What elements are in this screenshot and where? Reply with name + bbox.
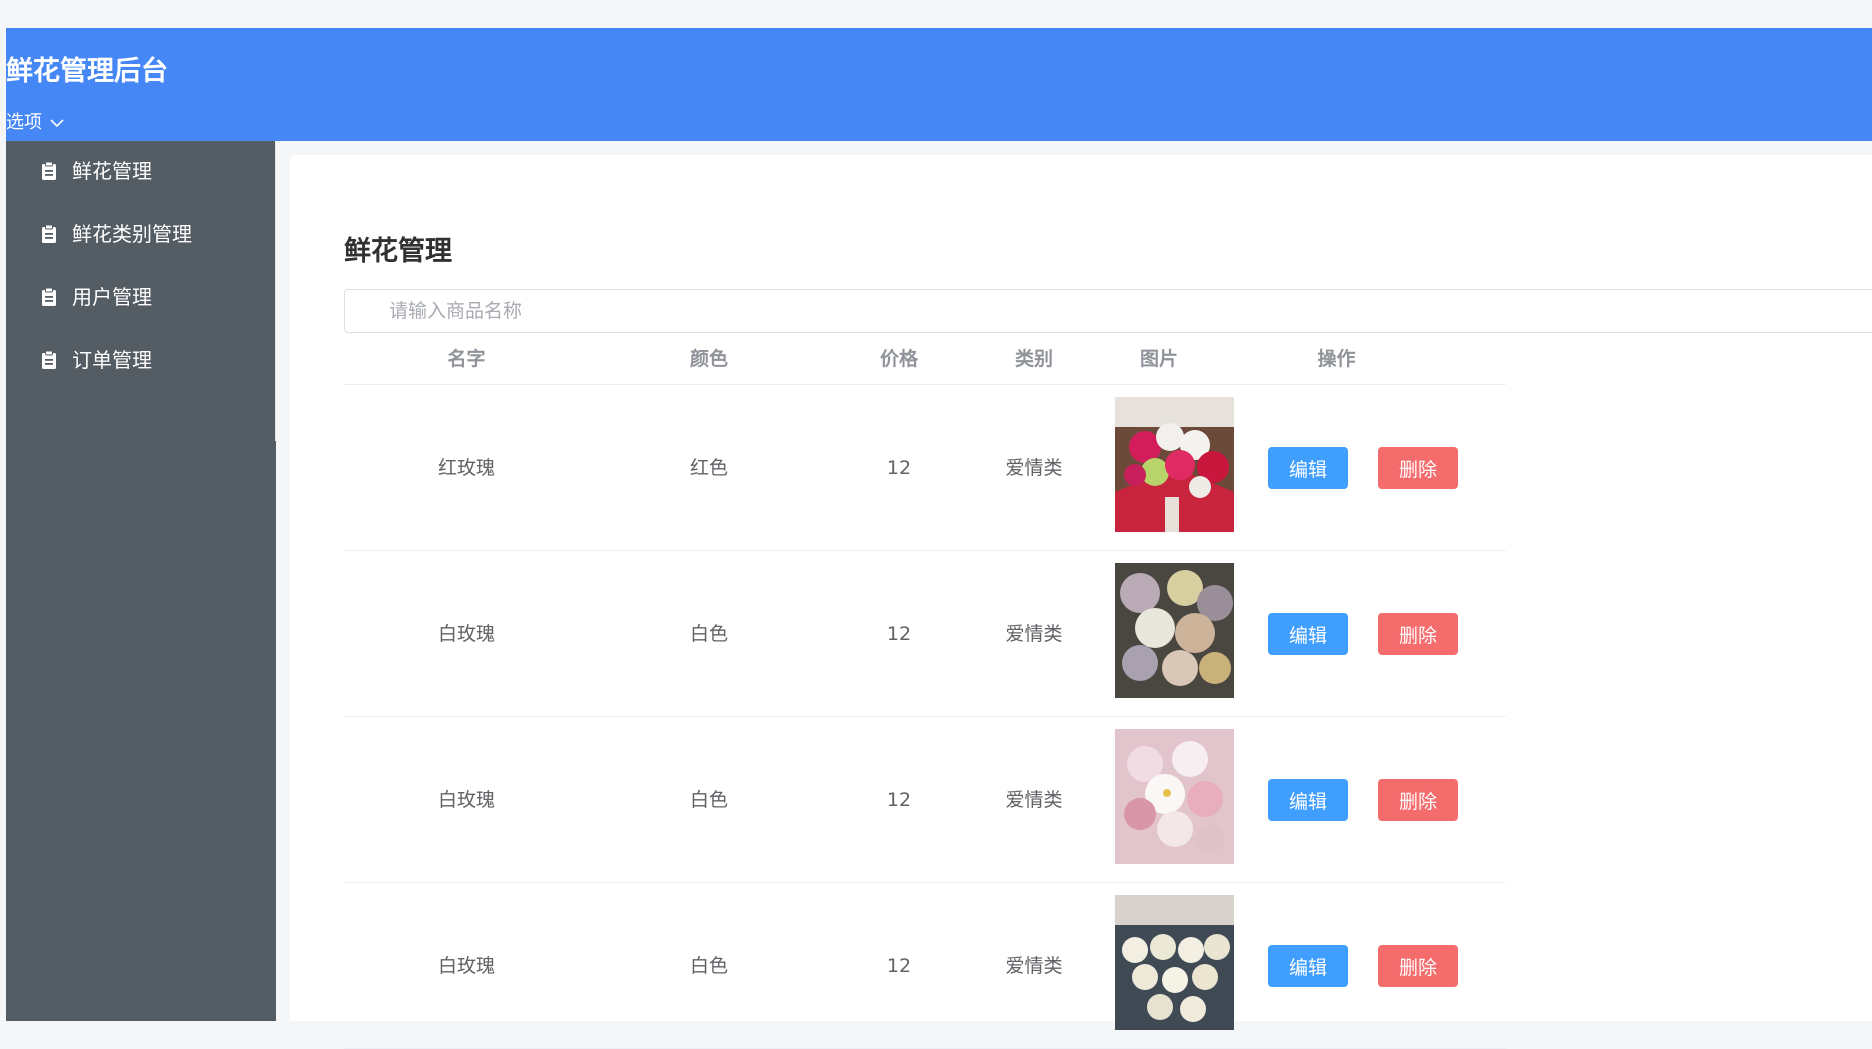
app-header: 鲜花管理后台 选项 bbox=[6, 28, 1872, 141]
cell-name: 白玫瑰 bbox=[437, 623, 495, 645]
cell-category: 爱情类 bbox=[1005, 955, 1063, 977]
options-label: 选项 bbox=[6, 112, 42, 133]
cell-category: 爱情类 bbox=[1005, 457, 1063, 479]
cell-color: 白色 bbox=[689, 955, 728, 977]
cell-price: 12 bbox=[886, 623, 912, 645]
sidebar-item-label: 订单管理 bbox=[72, 348, 152, 372]
table-header: 名字 颜色 价格 类别 图片 操作 bbox=[344, 333, 1506, 385]
chevron-down-icon bbox=[50, 119, 64, 128]
main-content: 鲜花管理 名字 颜色 价格 类别 图片 操作 红玫瑰 红色 12 爱情类 bbox=[290, 155, 1872, 1049]
delete-button[interactable]: 删除 bbox=[1378, 613, 1458, 655]
cell-price: 12 bbox=[886, 955, 912, 977]
delete-button[interactable]: 删除 bbox=[1378, 779, 1458, 821]
sidebar-item-order-management[interactable]: 订单管理 bbox=[6, 330, 276, 390]
pastel-bouquet-photo bbox=[1115, 563, 1234, 698]
sidebar: 鲜花管理 鲜花类别管理 用户管理 订单管理 bbox=[6, 141, 276, 1021]
edit-button[interactable]: 编辑 bbox=[1268, 779, 1348, 821]
cell-category: 爱情类 bbox=[1005, 623, 1063, 645]
table-row: 白玫瑰 白色 12 爱情类 编辑 删除 bbox=[344, 551, 1506, 717]
sidebar-item-label: 鲜花类别管理 bbox=[72, 222, 192, 246]
cell-price: 12 bbox=[886, 457, 912, 479]
cell-name: 白玫瑰 bbox=[437, 789, 495, 811]
pink-orchid-bouquet-photo bbox=[1115, 729, 1234, 864]
clipboard-icon bbox=[42, 350, 56, 369]
delete-button[interactable]: 删除 bbox=[1378, 945, 1458, 987]
edit-button[interactable]: 编辑 bbox=[1268, 945, 1348, 987]
sidebar-item-label: 鲜花管理 bbox=[72, 159, 152, 183]
search-input[interactable] bbox=[344, 289, 1872, 333]
options-dropdown[interactable]: 选项 bbox=[6, 111, 64, 135]
page-title: 鲜花管理 bbox=[344, 236, 452, 267]
cell-category: 爱情类 bbox=[1005, 789, 1063, 811]
column-header-actions: 操作 bbox=[1317, 348, 1356, 370]
table-row: 白玫瑰 白色 12 爱情类 编辑 删除 bbox=[344, 883, 1506, 1049]
white-rose-bouquet-photo bbox=[1115, 895, 1234, 1030]
edit-button[interactable]: 编辑 bbox=[1268, 613, 1348, 655]
flower-table: 名字 颜色 价格 类别 图片 操作 红玫瑰 红色 12 爱情类 编辑 删除 白玫… bbox=[344, 333, 1506, 1049]
cell-color: 白色 bbox=[689, 789, 728, 811]
red-rose-bouquet-photo bbox=[1115, 397, 1234, 532]
column-header-category: 类别 bbox=[1014, 348, 1053, 370]
clipboard-icon bbox=[42, 287, 56, 306]
delete-button[interactable]: 删除 bbox=[1378, 447, 1458, 489]
column-header-color: 颜色 bbox=[689, 348, 728, 370]
table-row: 红玫瑰 红色 12 爱情类 编辑 删除 bbox=[344, 385, 1506, 551]
clipboard-icon bbox=[42, 224, 56, 243]
window-top-strip bbox=[0, 0, 1872, 28]
sidebar-item-category-management[interactable]: 鲜花类别管理 bbox=[6, 204, 276, 264]
sidebar-item-label: 用户管理 bbox=[72, 285, 152, 309]
cell-name: 白玫瑰 bbox=[437, 955, 495, 977]
column-header-image: 图片 bbox=[1139, 348, 1178, 370]
table-row: 白玫瑰 白色 12 爱情类 编辑 删除 bbox=[344, 717, 1506, 883]
sidebar-item-user-management[interactable]: 用户管理 bbox=[6, 267, 276, 327]
cell-name: 红玫瑰 bbox=[437, 457, 495, 479]
column-header-price: 价格 bbox=[879, 348, 918, 370]
cell-color: 白色 bbox=[689, 623, 728, 645]
edit-button[interactable]: 编辑 bbox=[1268, 447, 1348, 489]
cell-price: 12 bbox=[886, 789, 912, 811]
cell-color: 红色 bbox=[689, 457, 728, 479]
app-title: 鲜花管理后台 bbox=[6, 56, 168, 87]
sidebar-item-flower-management[interactable]: 鲜花管理 bbox=[6, 141, 276, 201]
clipboard-icon bbox=[42, 161, 56, 180]
column-header-name: 名字 bbox=[447, 348, 486, 370]
